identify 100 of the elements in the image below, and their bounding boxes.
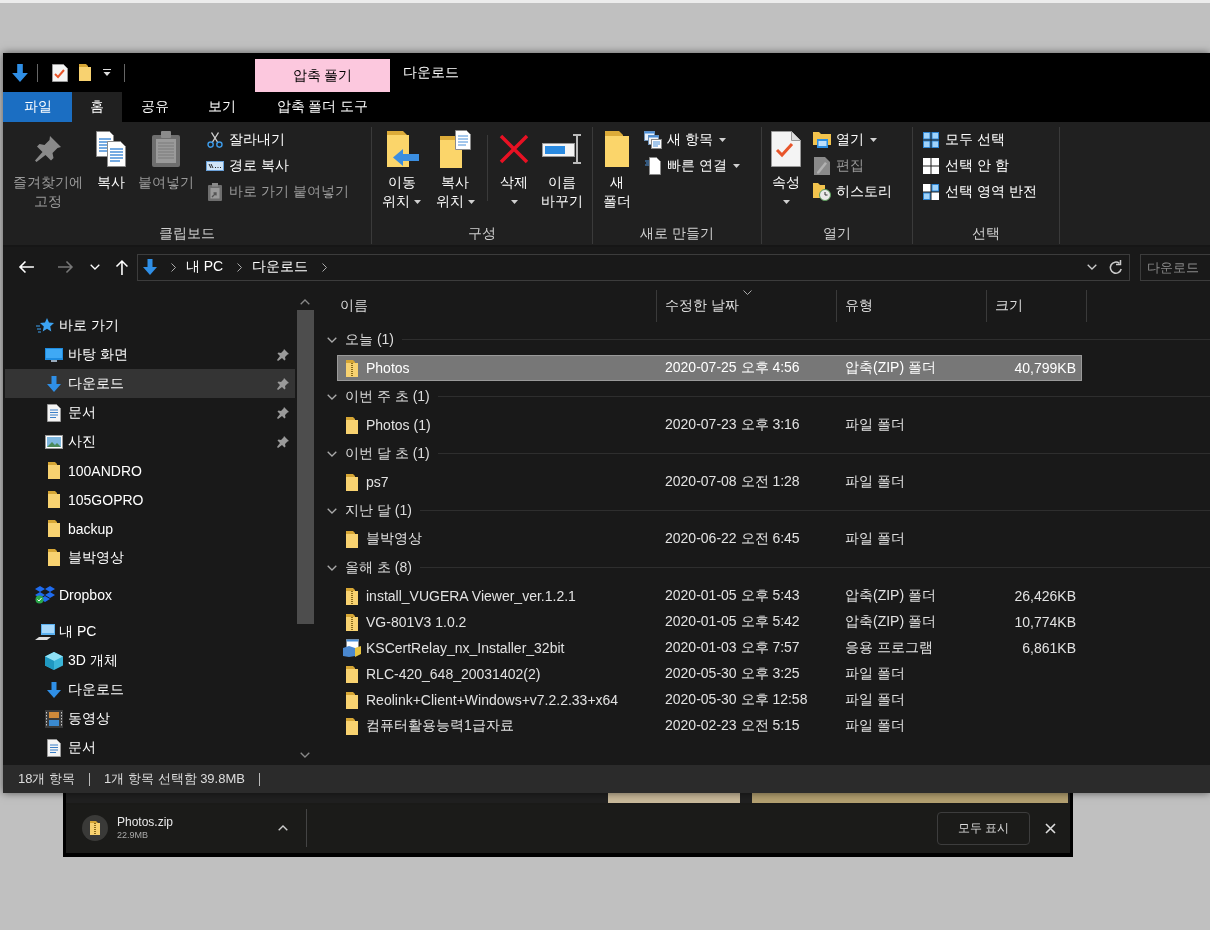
nav-item[interactable]: 바탕 화면 xyxy=(5,340,295,369)
close-icon[interactable] xyxy=(1045,822,1056,834)
copy-to-button[interactable]: 복사 위치 xyxy=(428,127,483,213)
pin-icon xyxy=(35,136,62,162)
nav-item[interactable]: 사진 xyxy=(5,427,295,456)
chevron-right-icon[interactable] xyxy=(170,262,176,272)
file-row[interactable]: 블박영상 2020-06-22 오전 6:45 파일 폴더 xyxy=(337,526,1082,552)
back-arrow-icon[interactable] xyxy=(18,260,34,274)
address-bar[interactable]: 내 PC 다운로드 xyxy=(136,253,1130,281)
scissors-icon xyxy=(207,132,224,148)
computer-icon xyxy=(35,623,55,640)
new-item-button[interactable]: 새 항목 xyxy=(640,127,744,153)
folder-icon xyxy=(48,462,60,479)
column-header[interactable]: 이름 xyxy=(315,290,657,322)
file-row[interactable]: Reolink+Client+Windows+v7.2.2.33+x64 2020-05-30 오후 12:58 파일 폴더 xyxy=(337,687,1082,713)
chevron-up-icon[interactable] xyxy=(300,299,310,305)
group-header[interactable]: 이번 주 초 (1) xyxy=(315,381,1210,412)
new-folder-button[interactable]: 새 폴더 xyxy=(596,127,639,213)
cut-button[interactable]: 잘라내기 xyxy=(202,127,353,153)
nav-item[interactable]: backup xyxy=(5,514,295,543)
nav-item[interactable]: 다운로드 xyxy=(5,369,295,398)
file-row[interactable]: Photos (1) 2020-07-23 오후 3:16 파일 폴더 xyxy=(337,412,1082,438)
path-bar-icon xyxy=(206,161,225,171)
nav-item[interactable]: 3D 개체 xyxy=(5,646,295,675)
file-row[interactable]: KSCertRelay_nx_Installer_32bit 2020-01-03 오후 7:57 응용 프로그램 6,861KB xyxy=(337,635,1082,661)
nav-item[interactable]: 바로 가기 xyxy=(5,311,295,340)
file-type: 파일 폴더 xyxy=(845,530,905,546)
file-type: 압축(ZIP) 폴더 xyxy=(845,613,936,629)
nav-item[interactable]: Dropbox xyxy=(5,580,295,609)
invert-selection-button[interactable]: 선택 영역 반전 xyxy=(918,179,1041,205)
copy-path-button[interactable]: 경로 복사 xyxy=(202,153,353,179)
file-type: 파일 폴더 xyxy=(845,691,905,707)
nav-item[interactable]: 내 PC xyxy=(5,617,295,646)
easy-access-button[interactable]: 빠른 연결 xyxy=(640,153,744,179)
modified-date: 2020-07-23 오후 3:16 xyxy=(665,416,800,432)
chevron-up-icon[interactable] xyxy=(278,825,288,831)
ribbon-group-label: 구성 xyxy=(467,224,497,243)
chevron-right-icon[interactable] xyxy=(322,262,328,272)
monitor-icon xyxy=(45,347,63,362)
breadcrumb-item[interactable]: 내 PC xyxy=(185,258,224,276)
delete-button[interactable]: 삭제 xyxy=(493,127,535,213)
select-none-button[interactable]: 선택 안 함 xyxy=(918,153,1041,179)
modified-date: 2020-02-23 오전 5:15 xyxy=(665,717,800,733)
ribbon-group-label: 열기 xyxy=(822,224,852,243)
search-field[interactable]: 다운로드 xyxy=(1140,253,1210,281)
scrollbar-thumb[interactable] xyxy=(296,310,314,624)
download-arrow-icon[interactable] xyxy=(12,63,28,82)
file-row[interactable]: ps7 2020-07-08 오전 1:28 파일 폴더 xyxy=(337,469,1082,495)
checkmark-document-icon[interactable] xyxy=(52,63,68,82)
download-file-name[interactable]: Photos.zip xyxy=(117,815,174,830)
history-button[interactable]: 히스토리 xyxy=(809,179,897,205)
status-text: 1개 항목 선택함 39.8MB xyxy=(104,770,245,788)
column-header[interactable]: 크기 xyxy=(987,290,1087,322)
file-row[interactable]: 컴퓨터활용능력1급자료 2020-02-23 오전 5:15 파일 폴더 xyxy=(337,713,1082,739)
status-text: 18개 항목 xyxy=(18,770,76,788)
breadcrumb-item[interactable]: 다운로드 xyxy=(252,258,309,276)
ribbon-tab[interactable]: 보기 xyxy=(188,92,255,122)
chevron-down-icon[interactable] xyxy=(1087,264,1097,270)
folder-icon xyxy=(346,665,358,683)
move-to-button[interactable]: 이동 위치 xyxy=(375,127,429,213)
file-row[interactable]: VG-801V3 1.0.2 2020-01-05 오후 5:42 압축(ZIP) 폴더 10,774KB xyxy=(337,609,1082,635)
select-all-button[interactable]: 모두 선택 xyxy=(918,127,1041,153)
modified-date: 2020-05-30 오후 3:25 xyxy=(665,665,800,681)
copy-button[interactable]: 복사 xyxy=(90,127,133,194)
column-header[interactable]: 수정한 날짜 xyxy=(657,290,837,322)
group-header[interactable]: 오늘 (1) xyxy=(315,324,1210,355)
zipper-file-icon[interactable] xyxy=(82,815,108,841)
folder-icon[interactable] xyxy=(79,64,91,81)
download-arrow-icon xyxy=(47,681,61,698)
ribbon-tab[interactable]: 압축 폴더 도구 xyxy=(255,92,390,122)
up-arrow-icon[interactable] xyxy=(114,259,129,275)
file-name: Reolink+Client+Windows+v7.2.2.33+x64 xyxy=(366,692,619,708)
group-header[interactable]: 지난 달 (1) xyxy=(315,495,1210,526)
caret-icon[interactable] xyxy=(103,69,111,76)
column-header[interactable]: 유형 xyxy=(837,290,987,322)
open-button[interactable]: 열기 xyxy=(809,127,897,153)
group-header[interactable]: 이번 달 초 (1) xyxy=(315,438,1210,469)
ribbon-tab[interactable]: 홈 xyxy=(72,92,122,122)
ribbon-tab[interactable]: 공유 xyxy=(122,92,188,122)
rename-button[interactable]: 이름 바꾸기 xyxy=(535,127,589,213)
file-row[interactable]: RLC-420_648_20031402(2) 2020-05-30 오후 3:25 파일 폴더 xyxy=(337,661,1082,687)
window-title: 다운로드 xyxy=(403,63,459,82)
nav-item[interactable]: 문서 xyxy=(5,733,295,762)
file-name: 컴퓨터활용능력1급자료 xyxy=(366,717,514,735)
file-row[interactable]: install_VUGERA Viewer_ver.1.2.1 2020-01-05 오후 5:43 압축(ZIP) 폴더 26,426KB xyxy=(337,583,1082,609)
nav-item[interactable]: 다운로드 xyxy=(5,675,295,704)
nav-item[interactable]: 105GOPRO xyxy=(5,485,295,514)
nav-item[interactable]: 100ANDRO xyxy=(5,456,295,485)
file-row[interactable]: Photos 2020-07-25 오후 4:56 압축(ZIP) 폴더 40,799KB xyxy=(337,355,1082,381)
document-icon xyxy=(47,738,61,757)
ribbon-tab[interactable]: 파일 xyxy=(3,92,72,122)
folder-icon xyxy=(604,131,631,167)
nav-item[interactable]: 블박영상 xyxy=(5,543,295,572)
refresh-icon[interactable] xyxy=(1109,259,1123,275)
chevron-right-icon[interactable] xyxy=(237,262,243,272)
properties-button[interactable]: 속성 xyxy=(765,127,808,213)
nav-item[interactable]: 동영상 xyxy=(5,704,295,733)
nav-item[interactable]: 문서 xyxy=(5,398,295,427)
group-header[interactable]: 올해 초 (8) xyxy=(315,552,1210,583)
show-all-button[interactable]: 모두 표시 xyxy=(936,811,1030,845)
